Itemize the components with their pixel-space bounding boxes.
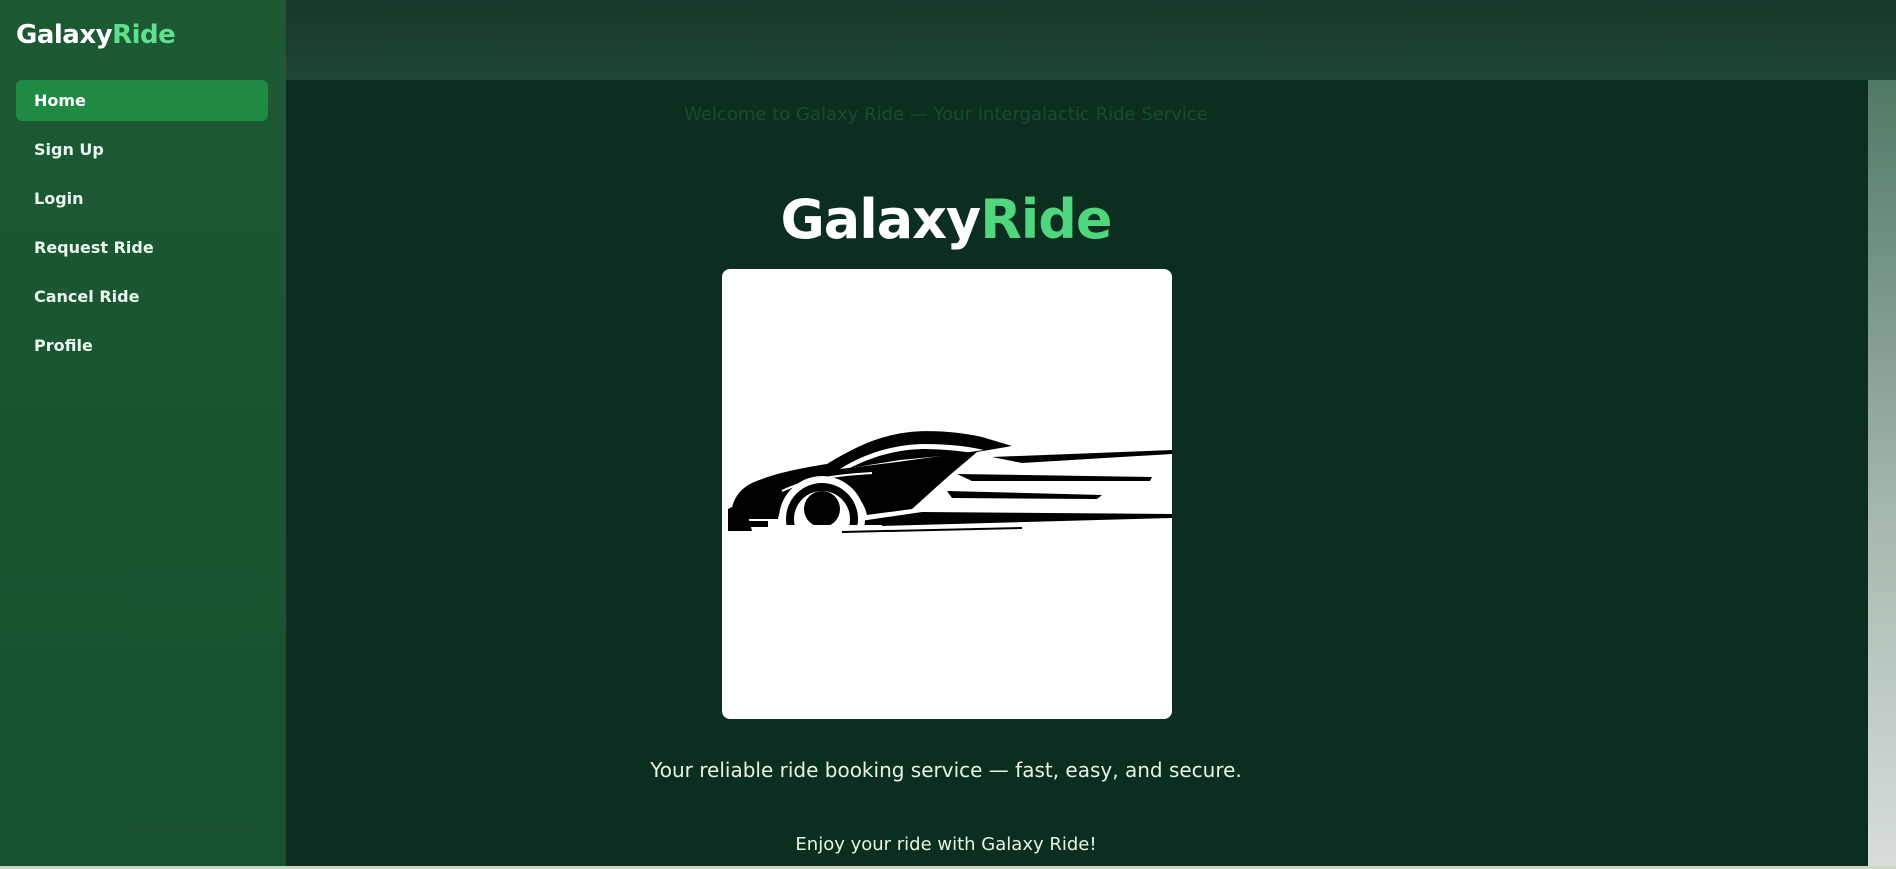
- sidebar-item-label: Login: [34, 189, 84, 208]
- sidebar-brand-logo[interactable]: GalaxyRide: [16, 20, 176, 50]
- sidebar-item-login[interactable]: Login: [16, 178, 268, 219]
- sidebar-item-label: Profile: [34, 336, 93, 355]
- brand-name-primary: Galaxy: [16, 20, 113, 50]
- app-window: GalaxyRide Home Sign Up Login Request Ri…: [0, 0, 1896, 869]
- tagline: Your reliable ride booking service — fas…: [650, 758, 1242, 782]
- sidebar-item-sign-up[interactable]: Sign Up: [16, 129, 268, 170]
- sidebar: GalaxyRide Home Sign Up Login Request Ri…: [0, 0, 286, 869]
- sidebar-item-profile[interactable]: Profile: [16, 325, 268, 366]
- main-content: Welcome to Galaxy Ride — Your Intergalac…: [286, 80, 1868, 869]
- brand-name-accent: Ride: [112, 20, 176, 50]
- scrollbar[interactable]: [1868, 80, 1896, 869]
- sidebar-nav: Home Sign Up Login Request Ride Cancel R…: [16, 80, 268, 374]
- sidebar-item-label: Cancel Ride: [34, 287, 140, 306]
- sidebar-item-request-ride[interactable]: Request Ride: [16, 227, 268, 268]
- hero-title-primary: Galaxy: [780, 188, 981, 251]
- top-bar: [286, 0, 1896, 80]
- sports-car-icon: [728, 431, 1172, 562]
- welcome-text: Welcome to Galaxy Ride — Your Intergalac…: [684, 104, 1208, 125]
- logo-card: [722, 269, 1172, 719]
- hero-title: GalaxyRide: [286, 188, 1606, 251]
- sidebar-item-label: Home: [34, 91, 86, 110]
- sidebar-item-label: Sign Up: [34, 140, 104, 159]
- hero-title-accent: Ride: [980, 188, 1112, 251]
- enjoy-message: Enjoy your ride with Galaxy Ride!: [795, 834, 1097, 855]
- sidebar-item-cancel-ride[interactable]: Cancel Ride: [16, 276, 268, 317]
- sidebar-item-home[interactable]: Home: [16, 80, 268, 121]
- sidebar-item-label: Request Ride: [34, 238, 154, 257]
